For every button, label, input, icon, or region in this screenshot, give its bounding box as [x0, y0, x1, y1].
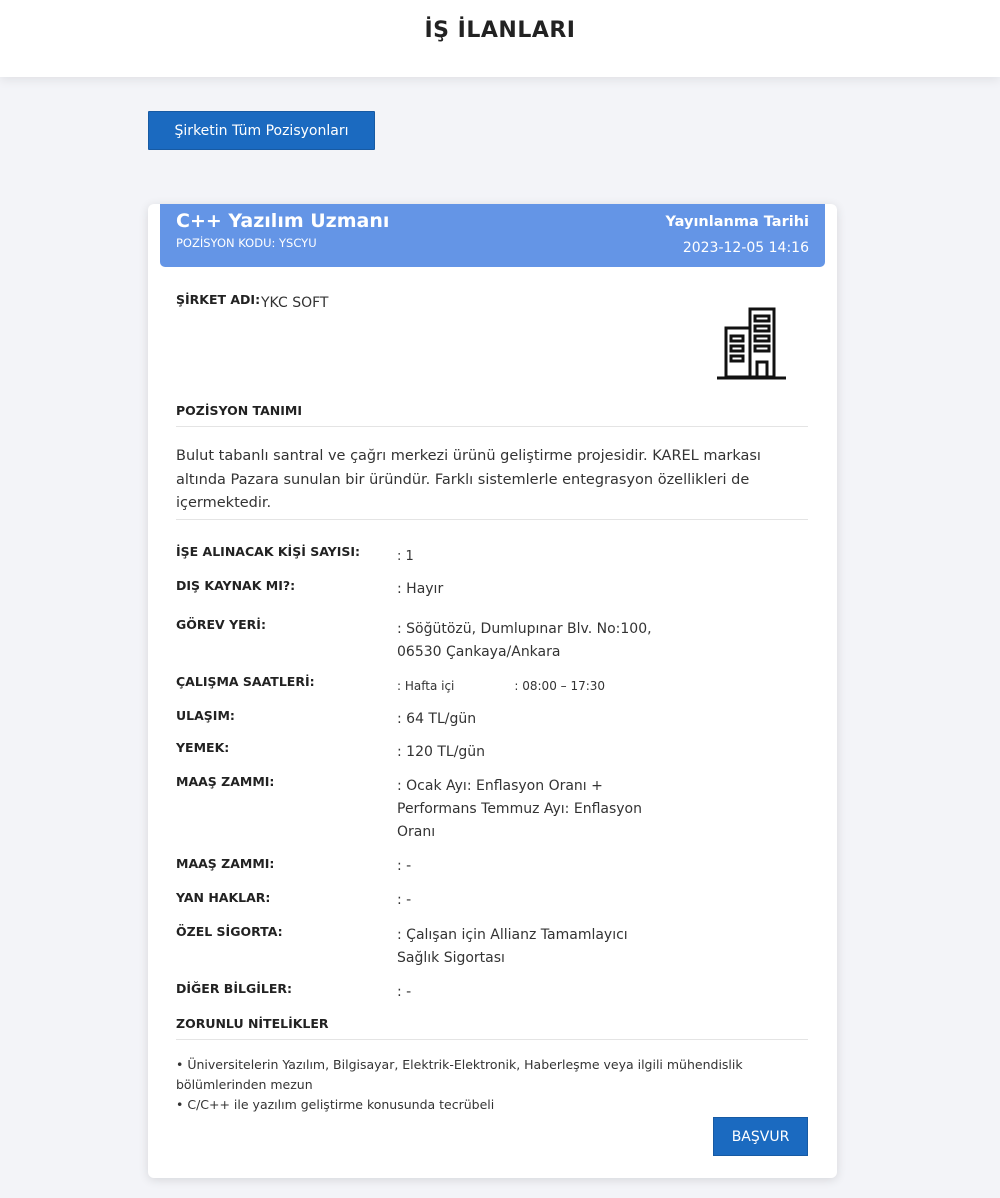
other-label: DİĞER BİLGİLER:: [176, 981, 292, 996]
job-card: C++ Yazılım Uzmanı POZİSYON KODU: YSCYU …: [148, 204, 837, 1178]
benefits-label: YAN HAKLAR:: [176, 890, 271, 905]
insurance-value: : Çalışan için Allianz Tamamlayıcı Sağlı…: [397, 924, 687, 970]
raise-line-2: Performans Temmuz Ayı: Enflasyon: [397, 801, 642, 817]
location-label: GÖREV YERİ:: [176, 617, 266, 632]
position-definition-title: POZİSYON TANIMI: [176, 403, 808, 427]
raise2-label: MAAŞ ZAMMI:: [176, 856, 275, 871]
raise-value: : Ocak Ayı: Enflasyon Oranı + Performans…: [397, 775, 687, 844]
hours-day: : Hafta içi: [397, 679, 455, 693]
headcount-label: İŞE ALINACAK KİŞİ SAYISI:: [176, 544, 361, 559]
other-value: : -: [397, 984, 412, 1000]
outsource-label: DIŞ KAYNAK MI?:: [176, 578, 296, 593]
requirements-list: • Üniversitelerin Yazılım, Bilgisayar, E…: [176, 1055, 816, 1115]
headcount-value: : 1: [397, 549, 414, 564]
building-icon: [717, 307, 786, 380]
requirement-item: • C/C++ ile yazılım geliştirme konusunda…: [176, 1097, 495, 1112]
requirements-title: ZORUNLU NİTELİKLER: [176, 1016, 808, 1040]
meal-value: : 120 TL/gün: [397, 744, 486, 760]
transport-value: : 64 TL/gün: [397, 711, 477, 727]
benefits-value: : -: [397, 892, 412, 908]
page-title: İŞ İLANLARI: [424, 18, 576, 43]
position-title: C++ Yazılım Uzmanı: [176, 210, 390, 232]
hours-time: : 08:00 – 17:30: [514, 679, 606, 693]
raise-label: MAAŞ ZAMMI:: [176, 774, 275, 789]
hours-value: : Hafta içi : 08:00 – 17:30: [397, 675, 687, 698]
location-line-1: : Söğütözü, Dumlupınar Blv. No:100,: [397, 621, 652, 637]
apply-button[interactable]: BAŞVUR: [713, 1117, 808, 1156]
transport-label: ULAŞIM:: [176, 708, 235, 723]
job-card-header: C++ Yazılım Uzmanı POZİSYON KODU: YSCYU …: [160, 204, 825, 267]
outsource-value: : Hayır: [397, 581, 444, 597]
position-code: POZİSYON KODU: YSCYU: [176, 236, 317, 250]
location-value: : Söğütözü, Dumlupınar Blv. No:100, 0653…: [397, 618, 687, 664]
meal-label: YEMEK:: [176, 740, 230, 755]
insurance-line-2: Sağlık Sigortası: [397, 950, 505, 966]
divider: [176, 519, 808, 520]
raise2-value: : -: [397, 858, 412, 874]
raise-line-3: Oranı: [397, 824, 436, 840]
location-line-2: 06530 Çankaya/Ankara: [397, 644, 561, 660]
all-positions-button[interactable]: Şirketin Tüm Pozisyonları: [148, 111, 375, 150]
insurance-label: ÖZEL SİGORTA:: [176, 924, 283, 939]
published-date: 2023-12-05 14:16: [682, 240, 809, 256]
raise-line-1: : Ocak Ayı: Enflasyon Oranı +: [397, 778, 603, 794]
published-label: Yayınlanma Tarihi: [665, 214, 810, 230]
position-definition: Bulut tabanlı santral ve çağrı merkezi ü…: [176, 448, 761, 511]
company-name: YKC SOFT: [261, 295, 329, 311]
company-label: ŞİRKET ADI:: [176, 292, 261, 307]
requirement-item: • Üniversitelerin Yazılım, Bilgisayar, E…: [176, 1057, 743, 1092]
hours-label: ÇALIŞMA SAATLERİ:: [176, 674, 315, 689]
top-bar: İŞ İLANLARI: [0, 0, 1000, 77]
insurance-line-1: : Çalışan için Allianz Tamamlayıcı: [397, 927, 628, 943]
